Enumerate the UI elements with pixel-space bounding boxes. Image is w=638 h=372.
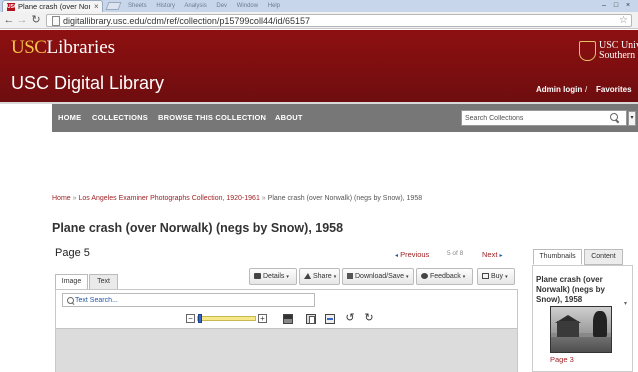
university-logo-text[interactable]: USC Univ Southern xyxy=(599,41,638,61)
menu-item[interactable]: Dev xyxy=(216,3,227,9)
sidebar-scroll-arrow-icon[interactable]: ▾ xyxy=(624,300,631,310)
nav-home[interactable]: HOME xyxy=(58,104,81,132)
browser-toolbar: ← → ↻ digitallibrary.usc.edu/cdm/ref/col… xyxy=(0,12,638,29)
tab-close-icon[interactable]: × xyxy=(94,1,99,12)
previous-arrow-icon: ◂ xyxy=(395,253,399,259)
url-text[interactable]: digitallibrary.usc.edu/cdm/ref/collectio… xyxy=(63,15,310,27)
text-search-input[interactable] xyxy=(75,294,311,306)
details-icon xyxy=(254,273,261,279)
favorites-link[interactable]: Favorites xyxy=(596,85,632,94)
zoom-out-button[interactable]: − xyxy=(186,314,195,323)
tab-image[interactable]: Image xyxy=(55,274,88,290)
main-nav: HOME COLLECTIONS BROWSE THIS COLLECTION … xyxy=(52,104,638,132)
thumbnails-panel: Plane crash (over Norwalk) (negs by Snow… xyxy=(532,265,633,372)
fit-window-icon[interactable] xyxy=(283,314,293,324)
search-collections-input[interactable] xyxy=(462,111,602,125)
menu-item[interactable]: History xyxy=(156,3,175,9)
new-tab-button[interactable] xyxy=(105,2,122,10)
admin-login-link[interactable]: Admin login xyxy=(536,85,582,94)
breadcrumb-separator: » xyxy=(261,195,266,202)
chevron-down-icon: ▾ xyxy=(406,274,409,280)
forward-arrow-icon[interactable]: → xyxy=(16,13,28,27)
search-collections-box xyxy=(461,110,627,126)
fit-width-icon[interactable] xyxy=(325,314,335,324)
search-icon[interactable] xyxy=(610,113,619,122)
menu-item[interactable]: Window xyxy=(237,3,258,9)
browser-tabstrip: USC Plane crash (over Norwalk × Sheets H… xyxy=(0,0,638,12)
menu-item[interactable]: Analysis xyxy=(184,3,206,9)
page-label: Page 5 xyxy=(55,247,90,259)
previous-page-link[interactable]: ◂ Previous xyxy=(395,250,429,259)
item-title: Plane crash (over Norwalk) (negs by Snow… xyxy=(52,221,344,235)
usc-libraries-logo[interactable]: USCLibraries xyxy=(11,37,115,59)
browser-menubar: Sheets History Analysis Dev Window Help xyxy=(128,0,288,12)
cart-icon xyxy=(482,273,489,279)
chevron-down-icon: ▾ xyxy=(462,274,466,280)
image-viewer: − + ↺ ↻ xyxy=(55,289,518,372)
tab-content[interactable]: Content xyxy=(584,249,623,265)
zoom-slider[interactable] xyxy=(197,316,256,321)
site-title[interactable]: USC Digital Library xyxy=(11,73,164,94)
browser-tab[interactable]: USC Plane crash (over Norwalk × xyxy=(2,0,103,12)
nav-collections[interactable]: COLLECTIONS xyxy=(92,104,148,132)
rotate-right-icon[interactable]: ↻ xyxy=(364,312,374,324)
maximize-icon[interactable]: □ xyxy=(610,0,622,11)
page-thumbnail[interactable] xyxy=(550,306,612,353)
next-arrow-icon: ▸ xyxy=(499,253,503,259)
zoom-in-button[interactable]: + xyxy=(258,314,267,323)
header-separator: / xyxy=(585,85,588,94)
window-controls: – □ × xyxy=(598,0,634,11)
feedback-icon xyxy=(421,273,428,279)
breadcrumb-collection[interactable]: Los Angeles Examiner Photographs Collect… xyxy=(79,195,260,202)
zoom-slider-handle[interactable] xyxy=(197,314,202,323)
next-page-link[interactable]: Next ▸ xyxy=(482,250,503,259)
download-save-button[interactable]: Download/Save ▾ xyxy=(342,268,414,285)
download-icon xyxy=(347,273,353,279)
rotate-left-icon[interactable]: ↺ xyxy=(345,312,355,324)
page-count: 5 of 8 xyxy=(447,250,464,257)
site-header: USCLibraries USC Digital Library USC Uni… xyxy=(0,30,638,102)
minimize-icon[interactable]: – xyxy=(598,0,610,11)
chevron-down-icon: ▾ xyxy=(505,274,508,280)
menu-item[interactable]: Sheets xyxy=(128,3,147,9)
chevron-down-icon: ▾ xyxy=(286,274,289,280)
text-search-box xyxy=(62,293,315,307)
page-icon xyxy=(51,16,60,26)
thumbnail-label[interactable]: Page 3 xyxy=(550,355,574,364)
share-icon xyxy=(304,273,311,279)
usc-favicon-icon: USC xyxy=(7,3,18,11)
tab-thumbnails[interactable]: Thumbnails xyxy=(533,249,582,265)
buy-button[interactable]: Buy ▾ xyxy=(477,268,515,285)
back-arrow-icon[interactable]: ← xyxy=(3,13,15,27)
fit-page-icon[interactable] xyxy=(306,314,316,324)
menu-item[interactable]: Help xyxy=(268,3,280,9)
search-icon xyxy=(67,297,74,304)
address-bar[interactable]: digitallibrary.usc.edu/cdm/ref/collectio… xyxy=(46,14,632,27)
page-image-area[interactable] xyxy=(56,328,517,372)
share-button[interactable]: Share ▾ xyxy=(299,268,340,285)
chevron-down-icon: ▾ xyxy=(333,274,337,280)
bookmark-star-icon[interactable]: ☆ xyxy=(619,15,628,27)
thumbnail-title: Plane crash (over Norwalk) (negs by Snow… xyxy=(536,275,605,304)
nav-about[interactable]: ABOUT xyxy=(275,104,303,132)
feedback-button[interactable]: Feedback ▾ xyxy=(416,268,473,285)
breadcrumb-current: Plane crash (over Norwalk) (negs by Snow… xyxy=(267,195,423,202)
close-window-icon[interactable]: × xyxy=(622,0,634,11)
search-scope-dropdown[interactable]: ▾ xyxy=(628,111,636,126)
details-button[interactable]: Details ▾ xyxy=(249,268,297,285)
breadcrumb-home[interactable]: Home xyxy=(52,195,71,202)
breadcrumb: Home » Los Angeles Examiner Photographs … xyxy=(52,195,422,202)
university-seal-icon xyxy=(579,41,596,61)
nav-browse-collection[interactable]: BROWSE THIS COLLECTION xyxy=(158,104,266,132)
tab-text[interactable]: Text xyxy=(89,274,118,290)
reload-icon[interactable]: ↻ xyxy=(30,13,42,27)
breadcrumb-separator: » xyxy=(72,195,77,202)
